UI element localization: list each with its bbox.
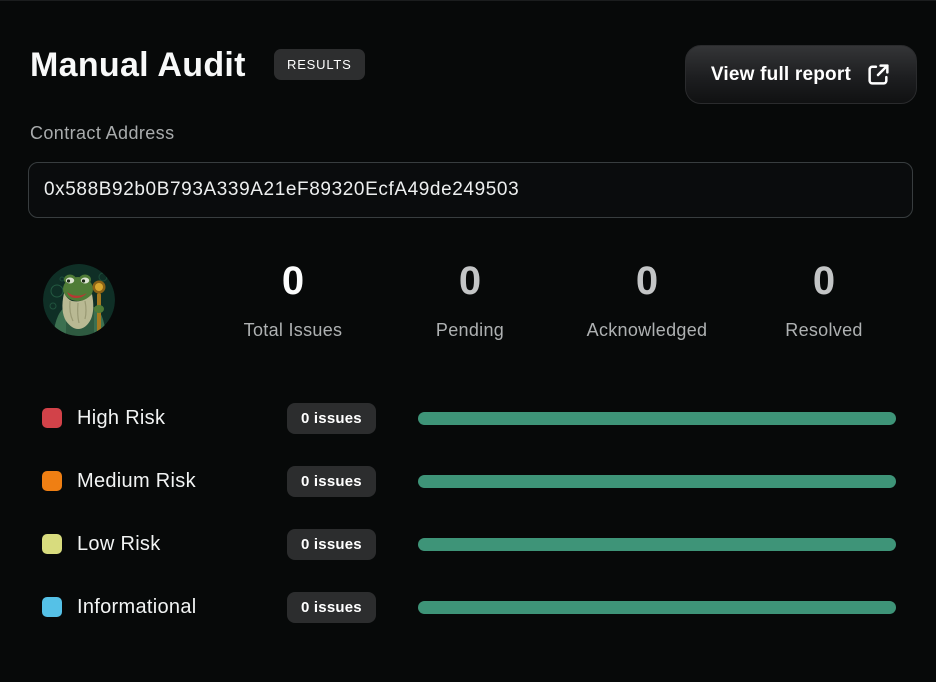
stat-value: 0 xyxy=(812,259,836,303)
issues-count-badge: 0 issues xyxy=(287,402,376,434)
issues-count-badge: 0 issues xyxy=(287,591,376,623)
informational-swatch xyxy=(42,597,62,617)
stat-label: Total Issues xyxy=(243,320,343,340)
risk-label: Low Risk xyxy=(77,532,161,555)
stat-label: Pending xyxy=(435,320,505,340)
view-full-report-button[interactable]: View full report xyxy=(684,45,917,104)
stat-resolved: 0 Resolved xyxy=(785,257,862,341)
stat-acknowledged: 0 Acknowledged xyxy=(587,257,708,341)
high-risk-swatch xyxy=(42,408,62,428)
view-full-report-label: View full report xyxy=(710,63,851,85)
issues-count-badge: 0 issues xyxy=(287,465,376,497)
risk-bar xyxy=(417,537,896,551)
risk-label: High Risk xyxy=(77,406,166,429)
risk-bar-track xyxy=(417,474,896,488)
risk-bar-track xyxy=(417,600,896,614)
risk-bar xyxy=(417,411,896,425)
stat-value: 0 xyxy=(635,259,659,303)
results-badge: RESULTS xyxy=(274,49,365,80)
risk-label: Medium Risk xyxy=(77,469,196,492)
risk-bar-track xyxy=(417,411,896,425)
risk-row-informational: Informational 0 issues xyxy=(0,591,936,623)
risk-row-high: High Risk 0 issues xyxy=(0,402,936,434)
stat-total-issues: 0 Total Issues xyxy=(244,257,343,341)
medium-risk-swatch xyxy=(42,471,62,491)
stat-label: Resolved xyxy=(785,320,863,340)
risk-label: Informational xyxy=(77,595,197,618)
page-title: Manual Audit xyxy=(30,46,246,84)
risk-row-medium: Medium Risk 0 issues xyxy=(0,465,936,497)
stat-value: 0 xyxy=(458,259,482,303)
risk-bar xyxy=(417,474,896,488)
risk-row-low: Low Risk 0 issues xyxy=(0,528,936,560)
external-link-icon xyxy=(866,62,891,87)
stat-value: 0 xyxy=(281,259,305,303)
contract-address-input[interactable] xyxy=(28,162,913,218)
risk-breakdown: High Risk 0 issues Medium Risk 0 issues … xyxy=(0,402,936,654)
issues-count-badge: 0 issues xyxy=(287,528,376,560)
stat-label: Acknowledged xyxy=(586,320,708,340)
risk-bar-track xyxy=(417,537,896,551)
pepe-wizard-avatar xyxy=(42,263,116,337)
risk-bar xyxy=(417,600,896,614)
contract-address-label: Contract Address xyxy=(30,123,175,143)
stat-pending: 0 Pending xyxy=(436,257,504,341)
manual-audit-panel: Manual Audit RESULTS View full report Co… xyxy=(0,0,936,682)
low-risk-swatch xyxy=(42,534,62,554)
